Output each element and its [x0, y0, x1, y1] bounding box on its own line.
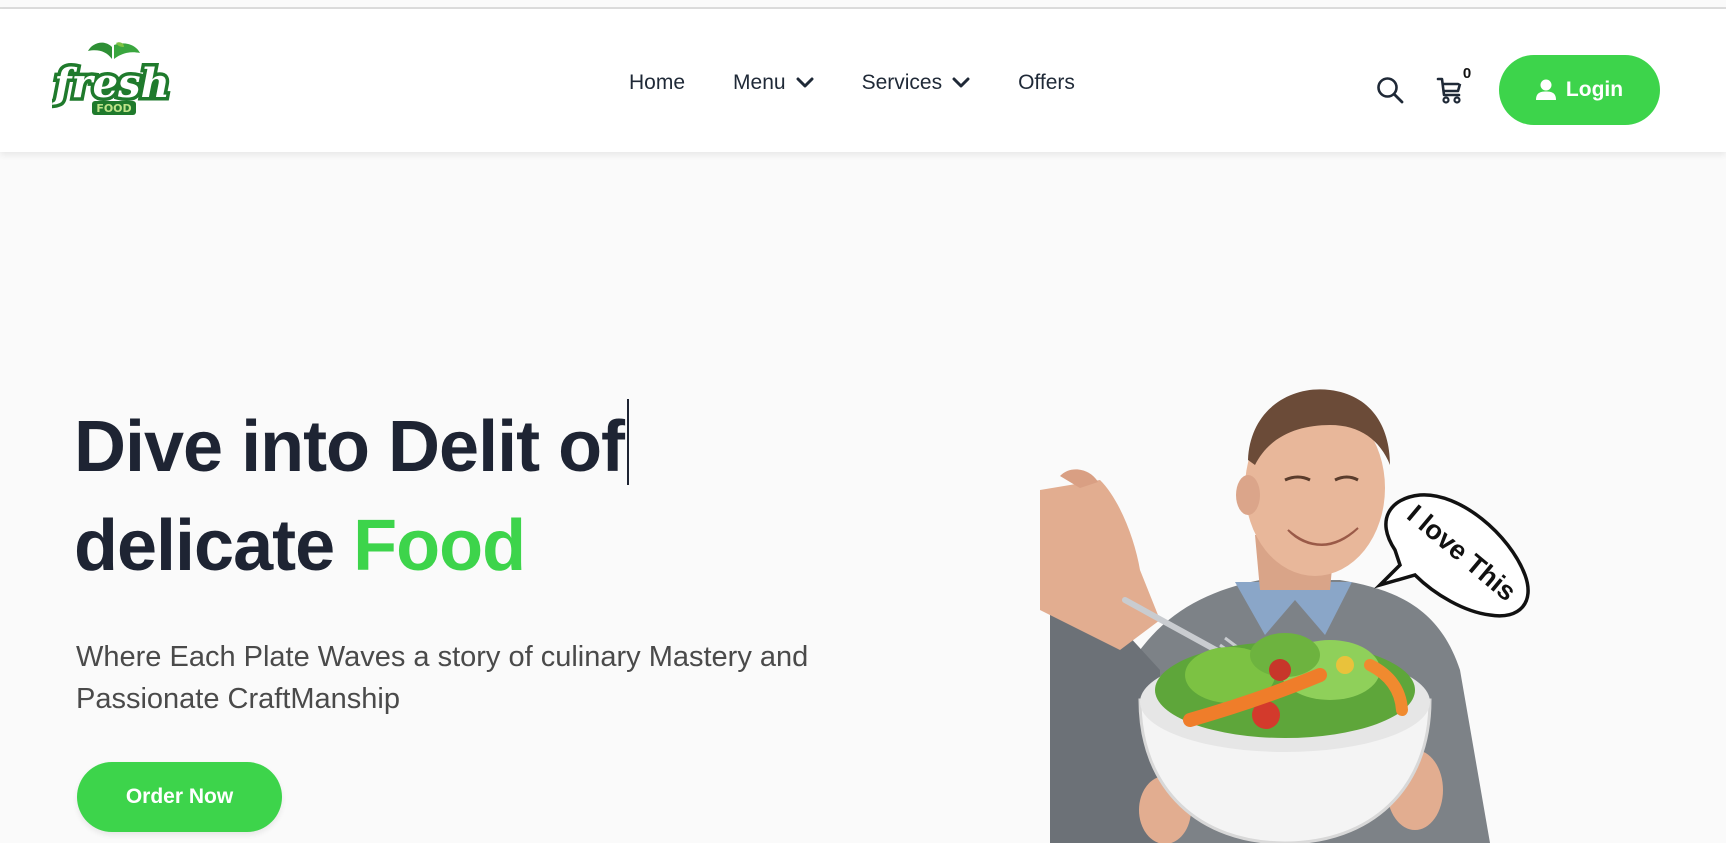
hero-image: I love This — [1040, 389, 1530, 843]
hero-title-line1: Dive into Delit of — [74, 407, 625, 487]
logo-subword: FOOD — [96, 102, 131, 115]
site-header: fresh FOOD Home Menu Services Offers 0 L… — [0, 9, 1726, 152]
search-icon[interactable] — [1376, 76, 1404, 104]
nav-offers-label: Offers — [1018, 71, 1075, 94]
text-caret — [627, 399, 630, 485]
user-icon — [1535, 79, 1556, 101]
nav-home-label: Home — [629, 71, 686, 94]
order-now-label: Order Now — [125, 785, 234, 808]
chevron-down-icon — [952, 77, 970, 89]
nav-services[interactable]: Services — [862, 71, 971, 95]
nav-offers[interactable]: Offers — [1018, 71, 1075, 95]
hero-title: Dive into Delit of delicate Food — [74, 398, 874, 596]
hero-title-line2: delicate — [74, 506, 354, 586]
main-nav: Home Menu Services Offers — [629, 65, 1075, 101]
login-button[interactable]: Login — [1499, 55, 1660, 125]
nav-menu[interactable]: Menu — [733, 71, 814, 95]
cart-count-badge: 0 — [1454, 63, 1480, 85]
nav-menu-label: Menu — [733, 71, 786, 94]
fresh-food-logo[interactable]: fresh FOOD — [52, 41, 172, 121]
logo-wordmark: fresh — [52, 60, 170, 107]
order-now-button[interactable]: Order Now — [77, 762, 282, 832]
login-label: Login — [1565, 78, 1624, 101]
nav-home[interactable]: Home — [629, 71, 685, 95]
chevron-down-icon — [796, 77, 814, 89]
hero-subtitle: Where Each Plate Waves a story of culina… — [76, 641, 809, 715]
nav-services-label: Services — [861, 71, 943, 94]
hero-title-accent: Food — [353, 506, 526, 586]
